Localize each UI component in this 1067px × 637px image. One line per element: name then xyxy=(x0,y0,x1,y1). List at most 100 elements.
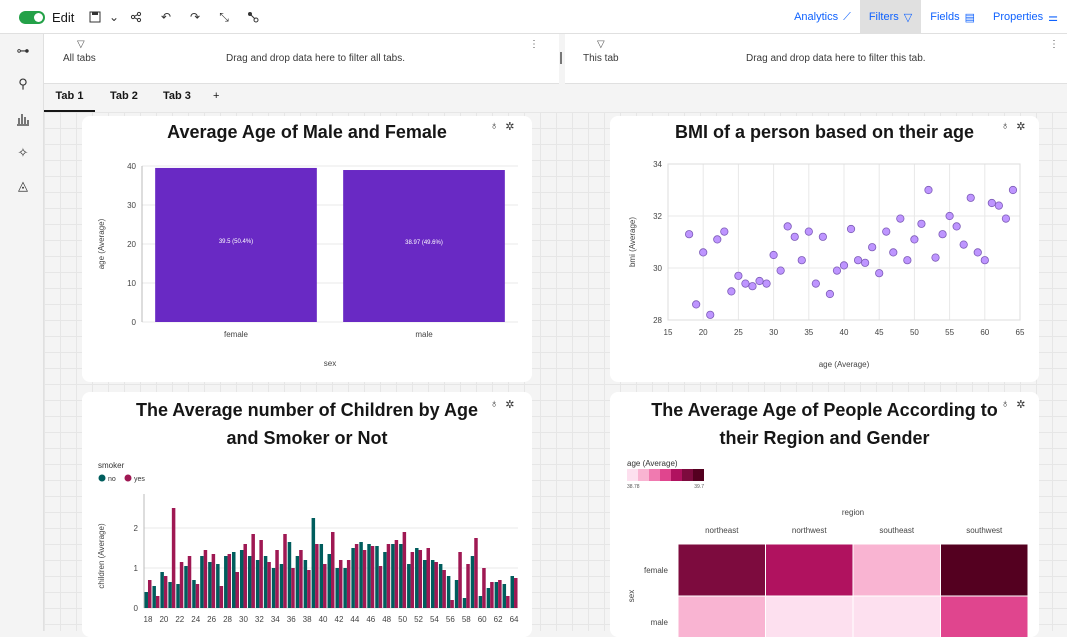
bar-no-51 xyxy=(407,564,411,608)
bar-no-63 xyxy=(502,584,507,608)
assistant-icon[interactable]: ◬ xyxy=(15,178,31,194)
scatter-point xyxy=(699,248,708,257)
y-tick-label: 28 xyxy=(653,316,662,325)
tab-1[interactable]: Tab 1 xyxy=(44,90,95,112)
x-tick-label: 65 xyxy=(1016,328,1025,337)
resize-handle[interactable] xyxy=(560,52,562,64)
analytics-tab[interactable]: Analytics ⟋ xyxy=(785,0,860,34)
bar-yes-34 xyxy=(275,550,279,608)
x-tick-label: 46 xyxy=(366,615,375,624)
bar-yes-43 xyxy=(346,560,351,608)
card-age-by-region-gender[interactable]: The Average Age of People According to t… xyxy=(610,392,1039,637)
bar-no-40 xyxy=(319,544,324,608)
bar-no-62 xyxy=(494,582,499,608)
row-label: male xyxy=(651,618,669,627)
scatter-point xyxy=(973,248,982,257)
x-tick-label: 50 xyxy=(398,615,407,624)
heatmap-cell xyxy=(765,543,854,597)
all-tabs-filter-area[interactable]: ▽ All tabs Drag and drop data here to fi… xyxy=(44,34,559,84)
share-icon[interactable] xyxy=(127,8,145,26)
x-tick-label: 25 xyxy=(734,328,743,337)
dashboard-canvas: Average Age of Male and Female ♁ ✲ 0 10 20 3… xyxy=(44,112,1067,637)
undo-icon[interactable]: ↶ xyxy=(157,8,175,26)
y-axis-label: sex xyxy=(627,590,636,602)
scatter-point xyxy=(720,227,729,236)
bar-no-25 xyxy=(200,556,204,608)
bar-yes-50 xyxy=(402,532,407,608)
x-tick-label: 32 xyxy=(255,615,264,624)
connect-icon[interactable] xyxy=(244,8,262,26)
scatter-point xyxy=(987,198,996,208)
pin-icon[interactable]: ⚲ xyxy=(15,76,31,92)
legend-swatch xyxy=(627,469,638,481)
scatter-point xyxy=(924,185,933,195)
x-tick-label: 22 xyxy=(175,615,184,624)
scatter-point xyxy=(945,211,954,221)
bar-yes-36 xyxy=(291,568,295,608)
filters-tab[interactable]: Filters ▽ xyxy=(859,0,922,34)
x-tick-label: 28 xyxy=(223,615,232,624)
scatter-point xyxy=(910,235,919,244)
y-tick-label: 10 xyxy=(127,279,136,288)
legend-swatch xyxy=(682,469,693,481)
bar-yes-37 xyxy=(299,550,303,608)
scatter-point xyxy=(1001,214,1011,223)
chevron-down-icon[interactable]: ⌄ xyxy=(105,8,123,26)
bar-yes-44 xyxy=(354,544,359,608)
filter-icon: ▽ xyxy=(903,11,913,24)
bar-yes-46 xyxy=(370,546,375,608)
card-age-by-sex[interactable]: Average Age of Male and Female ♁ ✲ 0 10 20 3… xyxy=(82,116,532,382)
scatter-point xyxy=(776,266,785,275)
card-bmi-by-age[interactable]: BMI of a person based on their age ♁ ✲ 15… xyxy=(610,116,1039,382)
bar-no-44 xyxy=(351,548,355,608)
save-icon[interactable] xyxy=(86,8,104,26)
bar-no-39 xyxy=(311,518,316,608)
bar-yes-40 xyxy=(323,564,327,608)
overflow-menu-icon[interactable]: ⋮ xyxy=(529,39,539,50)
funnel-icon: ▽ xyxy=(597,39,605,50)
card-children-by-age-smoker[interactable]: The Average number of Children by Age an… xyxy=(82,392,532,637)
scatter-point xyxy=(748,282,757,291)
bar-no-60 xyxy=(478,596,483,608)
bar-yes-35 xyxy=(283,534,287,608)
bar-yes-30 xyxy=(243,544,247,608)
collapse-icon[interactable]: ⤡ xyxy=(215,8,233,26)
bar-yes-25 xyxy=(203,550,208,608)
x-tick-label: 48 xyxy=(382,615,391,624)
bar-no-48 xyxy=(383,552,387,608)
properties-tab[interactable]: Properties ⚌ xyxy=(984,0,1067,34)
legend-swatch-no xyxy=(98,474,106,482)
this-tab-filter-area[interactable]: ▽ This tab Drag and drop data here to fi… xyxy=(565,34,1067,84)
y-tick-label: 30 xyxy=(653,264,662,273)
this-tab-hint: Drag and drop data here to filter this t… xyxy=(746,53,926,64)
scatter-point xyxy=(896,214,905,223)
redo-icon[interactable]: ↷ xyxy=(186,8,204,26)
tab-3[interactable]: Tab 3 xyxy=(163,90,191,102)
x-tick-label: 64 xyxy=(510,615,519,624)
legend-swatch xyxy=(638,469,649,481)
scatter-point xyxy=(875,269,884,278)
edit-toggle[interactable] xyxy=(19,11,45,24)
magic-wand-icon[interactable]: ✧ xyxy=(15,145,31,161)
overflow-menu-icon[interactable]: ⋮ xyxy=(1049,39,1059,50)
add-tab-button[interactable]: + xyxy=(213,90,219,102)
heatmap-cell xyxy=(940,543,1029,597)
bar-yes-48 xyxy=(386,544,391,608)
bar-no-41 xyxy=(327,554,331,608)
y-tick-label: 32 xyxy=(653,212,662,221)
legend-max: 39.7 xyxy=(694,484,704,490)
bar-yes-38 xyxy=(307,570,311,608)
hierarchy-icon[interactable]: ⊶ xyxy=(15,43,31,59)
x-tick-label: 30 xyxy=(239,615,248,624)
bar-no-37 xyxy=(295,556,300,608)
tab-2[interactable]: Tab 2 xyxy=(110,90,138,102)
bar-chart-icon[interactable] xyxy=(15,111,31,127)
panel-tabs: Analytics ⟋ Filters ▽ Fields ▤ Properties ⚌ xyxy=(785,0,1067,34)
scatter-point xyxy=(713,235,722,244)
left-sidebar: ⊶ ⚲ ✧ ◬ xyxy=(0,34,44,631)
bar-no-53 xyxy=(422,560,427,608)
bar-no-42 xyxy=(335,568,339,608)
bar-yes-51 xyxy=(410,552,415,608)
bar-no-61 xyxy=(486,588,491,608)
fields-tab[interactable]: Fields ▤ xyxy=(921,0,984,34)
